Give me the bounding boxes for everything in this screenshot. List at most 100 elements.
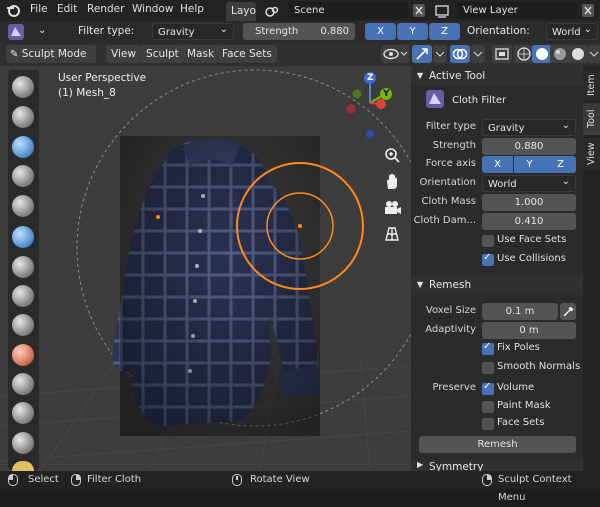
- menu-face-sets[interactable]: Face Sets: [217, 45, 277, 63]
- 3d-viewport[interactable]: Z Y User Perspective (1) Mesh_8: [0, 66, 411, 471]
- preserve-face-sets-checkbox[interactable]: [482, 418, 494, 430]
- force-axis-x[interactable]: X: [482, 156, 513, 173]
- blob-brush-icon[interactable]: [12, 256, 34, 278]
- adaptivity-label: Adaptivity: [425, 324, 476, 335]
- view-layer-field[interactable]: View Layer: [457, 2, 577, 19]
- pan-hand-icon[interactable]: [381, 171, 403, 193]
- panel-orientation-dropdown[interactable]: World: [482, 173, 576, 192]
- dropdown-caret-icon[interactable]: ⌄: [38, 25, 46, 36]
- viewport-perspective-label: User Perspective: [58, 72, 147, 84]
- axis-z-toggle[interactable]: Z: [429, 23, 460, 40]
- gizmo-z-label[interactable]: Z: [367, 73, 374, 83]
- rendered-shading-icon[interactable]: [568, 45, 588, 63]
- orthographic-grid-icon[interactable]: [381, 223, 403, 245]
- axis-y-toggle[interactable]: Y: [397, 23, 428, 40]
- force-axis-z[interactable]: Z: [545, 156, 576, 173]
- eyedropper-icon[interactable]: [560, 303, 576, 320]
- cloth-damping-label: Cloth Dam...: [413, 215, 476, 226]
- tab-item[interactable]: Item: [583, 70, 600, 100]
- panel-strength-field[interactable]: 0.880: [482, 138, 576, 155]
- tab-tool[interactable]: Tool: [583, 103, 600, 135]
- active-tool-section-header[interactable]: ▼ Active Tool: [411, 66, 583, 86]
- adaptivity-field[interactable]: 0 m: [482, 322, 576, 339]
- clay-brush-icon[interactable]: [12, 136, 34, 158]
- orientation-dropdown[interactable]: World: [546, 21, 598, 40]
- axis-x-toggle[interactable]: X: [365, 23, 396, 40]
- symmetry-section-header[interactable]: ▶ Symmetry: [411, 460, 583, 471]
- cloth-filter-tool-icon[interactable]: [8, 24, 24, 40]
- tab-view[interactable]: View: [583, 138, 600, 170]
- scene-close-icon[interactable]: [411, 2, 427, 19]
- shading-dropdown-icon[interactable]: [588, 45, 600, 63]
- cloth-filter-icon[interactable]: [426, 90, 444, 108]
- strength-slider[interactable]: Strength 0.880: [243, 23, 355, 40]
- scene-field[interactable]: Scene: [288, 2, 408, 19]
- inflate-brush-icon[interactable]: [12, 226, 34, 248]
- menu-render[interactable]: Render: [87, 3, 124, 15]
- camera-view-icon[interactable]: [381, 197, 403, 219]
- status-rotate-view: Rotate View: [250, 474, 310, 485]
- material-shading-icon[interactable]: [550, 45, 570, 63]
- mode-dropdown[interactable]: ✎ Sculpt Mode: [6, 45, 96, 63]
- gizmo-toggle-icon[interactable]: [412, 45, 432, 63]
- active-tool-name: Cloth Filter: [452, 95, 507, 106]
- fix-poles-checkbox[interactable]: [482, 341, 494, 355]
- xray-toggle-icon[interactable]: [492, 45, 512, 63]
- smooth-normals-checkbox[interactable]: [482, 362, 494, 374]
- visibility-eye-icon[interactable]: [381, 45, 409, 63]
- gizmo-dropdown-icon[interactable]: [433, 45, 447, 63]
- menu-file[interactable]: File: [30, 3, 48, 15]
- preserve-label: Preserve: [432, 382, 476, 393]
- menu-sculpt[interactable]: Sculpt: [141, 45, 184, 63]
- tool-settings-bar: ⌄ Filter type: Gravity Strength 0.880 X …: [0, 21, 600, 43]
- sculpt-mode-icon: ✎: [10, 49, 19, 60]
- remesh-section-header[interactable]: ▼ Remesh: [411, 275, 583, 295]
- blender-logo-icon[interactable]: [6, 3, 20, 17]
- viewport-scene: [0, 69, 411, 471]
- preserve-face-sets-label: Face Sets: [497, 417, 545, 428]
- force-axis-y[interactable]: Y: [514, 156, 545, 173]
- filter-type-label: Filter type:: [78, 25, 135, 37]
- scene-icon[interactable]: [264, 3, 280, 19]
- smooth-brush-icon[interactable]: [12, 314, 34, 336]
- mouse-left-icon: [8, 474, 18, 486]
- use-face-sets-checkbox[interactable]: [482, 235, 494, 247]
- use-collisions-checkbox[interactable]: [482, 252, 494, 266]
- solid-shading-icon[interactable]: [532, 45, 552, 63]
- pinch-brush-icon[interactable]: [12, 432, 34, 454]
- voxel-size-field[interactable]: 0.1 m: [482, 303, 558, 320]
- menu-help[interactable]: Help: [180, 3, 204, 15]
- voxel-size-label: Voxel Size: [425, 305, 476, 316]
- draw-brush-icon[interactable]: [12, 76, 34, 98]
- strength-label: Strength: [432, 140, 476, 151]
- menu-window[interactable]: Window: [132, 3, 173, 15]
- zoom-view-icon[interactable]: [381, 144, 403, 166]
- preserve-paint-mask-checkbox[interactable]: [482, 401, 494, 413]
- viewport-object-label: (1) Mesh_8: [58, 87, 116, 99]
- fill-brush-icon[interactable]: [12, 373, 34, 395]
- panel-filter-type-dropdown[interactable]: Gravity: [482, 117, 576, 136]
- menu-edit[interactable]: Edit: [57, 3, 77, 15]
- draw-sharp-brush-icon[interactable]: [12, 106, 34, 128]
- cloth-damping-field[interactable]: 0.410: [482, 213, 576, 230]
- workspace-tab-layout[interactable]: Layo: [226, 2, 256, 21]
- flatten-brush-icon[interactable]: [12, 344, 34, 366]
- gizmo-y-label[interactable]: Y: [383, 89, 390, 99]
- crease-brush-icon[interactable]: [12, 285, 34, 307]
- layer-brush-icon[interactable]: [12, 195, 34, 217]
- view-layer-icon[interactable]: [434, 3, 450, 19]
- filter-type-dropdown[interactable]: Gravity: [152, 21, 234, 40]
- clay-strips-brush-icon[interactable]: [12, 165, 34, 187]
- chevron-down-icon: ▼: [417, 280, 424, 289]
- overlays-toggle-icon[interactable]: [450, 45, 470, 63]
- scrape-brush-icon[interactable]: [12, 402, 34, 424]
- menu-view[interactable]: View: [106, 45, 141, 63]
- wireframe-shading-icon[interactable]: [514, 45, 534, 63]
- view-layer-close-icon[interactable]: [580, 2, 596, 19]
- preserve-volume-checkbox[interactable]: [482, 381, 494, 395]
- active-tool-title: Active Tool: [429, 70, 486, 82]
- remesh-button[interactable]: Remesh: [419, 436, 576, 453]
- cloth-mass-field[interactable]: 1.000: [482, 194, 576, 211]
- overlays-dropdown-icon[interactable]: [471, 45, 485, 63]
- menu-mask[interactable]: Mask: [182, 45, 220, 63]
